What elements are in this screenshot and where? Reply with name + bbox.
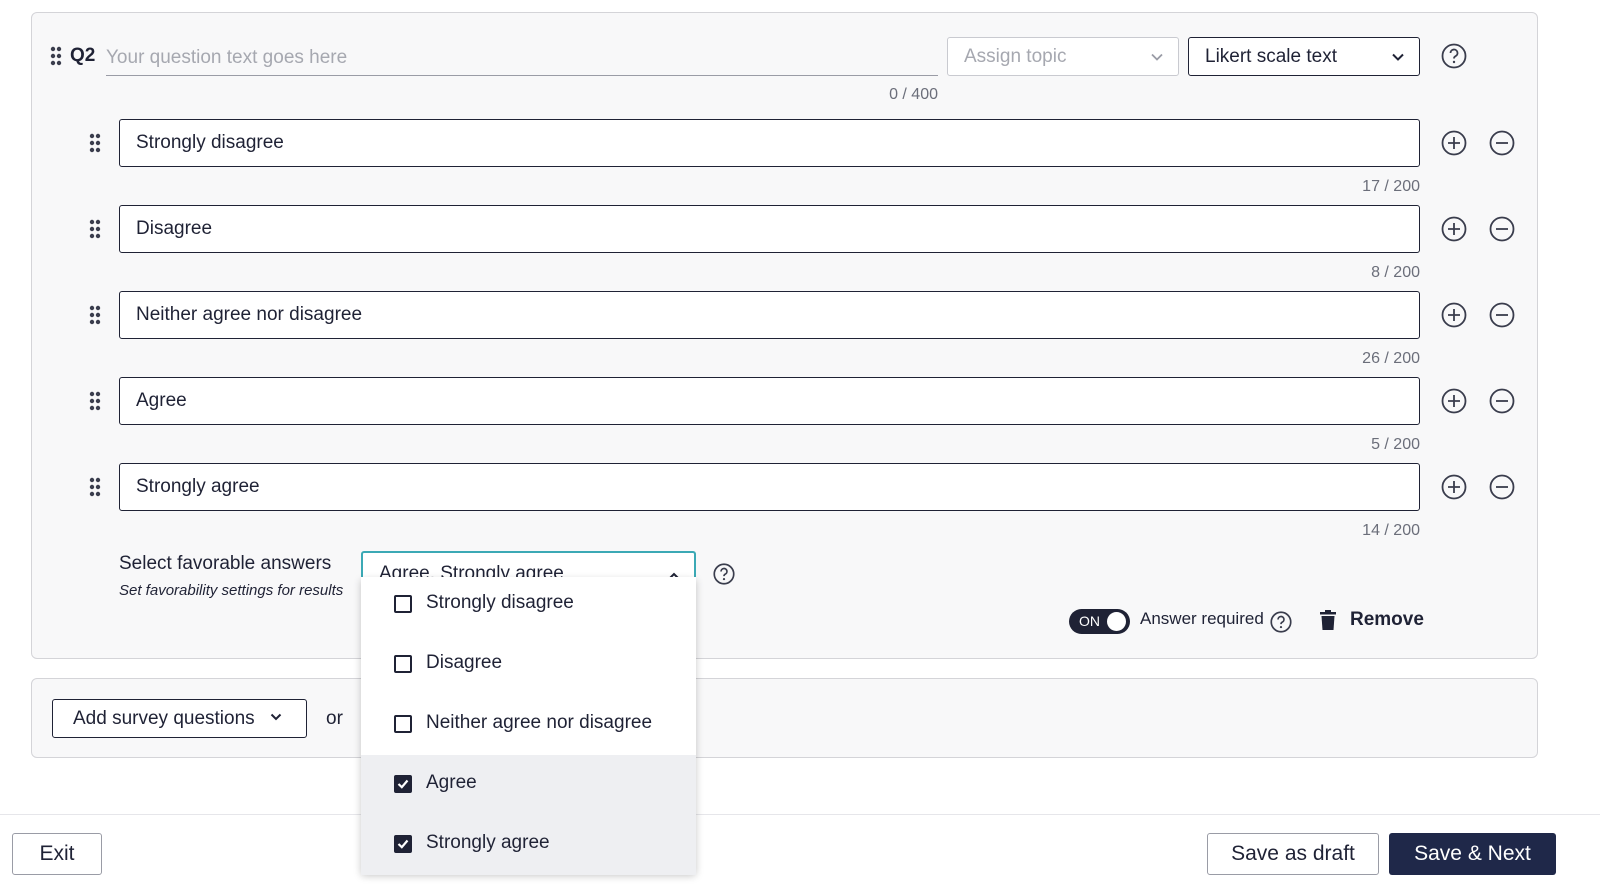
drag-handle-icon[interactable] [89, 219, 101, 239]
minus-circle-icon[interactable] [1489, 388, 1515, 414]
chevron-down-icon [270, 713, 284, 727]
plus-circle-icon[interactable] [1441, 474, 1467, 500]
question-char-count: 0 / 400 [889, 86, 938, 103]
assign-topic-select[interactable]: Assign topic [947, 37, 1179, 76]
drag-handle-icon[interactable] [50, 46, 62, 66]
checkbox-icon[interactable] [394, 655, 412, 673]
plus-circle-icon[interactable] [1441, 130, 1467, 156]
exit-button[interactable]: Exit [12, 833, 102, 875]
favorable-option[interactable]: Strongly agree [361, 815, 696, 875]
favorable-option-label: Disagree [426, 652, 503, 673]
favorable-sublabel: Set favorability settings for results [119, 582, 344, 599]
answer-input[interactable] [119, 205, 1420, 253]
chevron-down-icon [1150, 50, 1164, 64]
minus-circle-icon[interactable] [1489, 216, 1515, 242]
checkbox-checked-icon[interactable] [394, 775, 412, 793]
checkbox-icon[interactable] [394, 595, 412, 613]
question-type-select[interactable]: Likert scale text [1188, 37, 1420, 76]
answer-char-count: 8 / 200 [1371, 264, 1420, 281]
help-icon[interactable] [713, 563, 735, 585]
toggle-knob [1107, 612, 1126, 631]
answer-required-label: Answer required [1140, 609, 1264, 628]
drag-handle-icon[interactable] [89, 391, 101, 411]
favorable-dropdown-menu: Strongly disagree Disagree Neither agree… [361, 575, 696, 875]
drag-handle-icon[interactable] [89, 305, 101, 325]
add-survey-questions-button[interactable]: Add survey questions [52, 699, 307, 738]
favorable-option[interactable]: Neither agree nor disagree [361, 695, 696, 755]
plus-circle-icon[interactable] [1441, 302, 1467, 328]
minus-circle-icon[interactable] [1489, 130, 1515, 156]
favorable-option[interactable]: Agree [361, 755, 696, 815]
answer-input[interactable] [119, 291, 1420, 339]
plus-circle-icon[interactable] [1441, 216, 1467, 242]
answer-char-count: 17 / 200 [1362, 178, 1420, 195]
favorable-label: Select favorable answers [119, 553, 332, 574]
trash-icon[interactable] [1320, 610, 1336, 635]
favorable-option[interactable]: Strongly disagree [361, 575, 696, 635]
question-number: Q2 [70, 45, 96, 66]
answer-required-toggle[interactable]: ON [1069, 609, 1130, 634]
question-text-input[interactable] [106, 40, 938, 76]
favorable-option-label: Strongly agree [426, 832, 550, 853]
assign-topic-placeholder: Assign topic [964, 46, 1067, 67]
favorable-option[interactable]: Disagree [361, 635, 696, 695]
checkbox-checked-icon[interactable] [394, 835, 412, 853]
answer-char-count: 5 / 200 [1371, 436, 1420, 453]
save-draft-button[interactable]: Save as draft [1207, 833, 1379, 875]
add-survey-questions-label: Add survey questions [73, 708, 255, 729]
question-type-value: Likert scale text [1205, 46, 1337, 67]
favorable-option-label: Neither agree nor disagree [426, 712, 653, 733]
chevron-down-icon [1391, 50, 1405, 64]
help-icon[interactable] [1270, 611, 1292, 633]
answer-input[interactable] [119, 377, 1420, 425]
help-icon[interactable] [1441, 43, 1467, 69]
answer-input[interactable] [119, 463, 1420, 511]
drag-handle-icon[interactable] [89, 477, 101, 497]
save-next-button[interactable]: Save & Next [1389, 833, 1556, 875]
checkbox-icon[interactable] [394, 715, 412, 733]
answer-char-count: 26 / 200 [1362, 350, 1420, 367]
plus-circle-icon[interactable] [1441, 388, 1467, 414]
remove-question-button[interactable]: Remove [1350, 609, 1424, 631]
minus-circle-icon[interactable] [1489, 302, 1515, 328]
toggle-state-text: ON [1079, 613, 1100, 629]
favorable-option-label: Strongly disagree [426, 592, 574, 613]
or-text: or [326, 708, 343, 729]
answer-input[interactable] [119, 119, 1420, 167]
answer-char-count: 14 / 200 [1362, 522, 1420, 539]
favorable-option-label: Agree [426, 772, 477, 793]
minus-circle-icon[interactable] [1489, 474, 1515, 500]
drag-handle-icon[interactable] [89, 133, 101, 153]
